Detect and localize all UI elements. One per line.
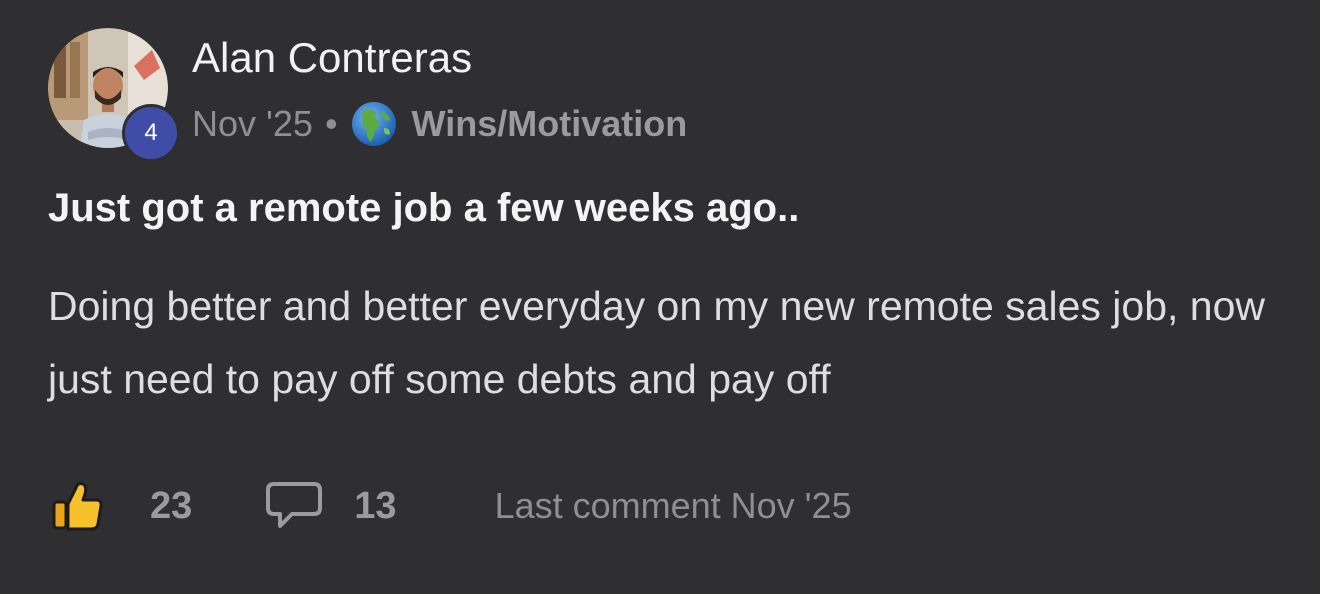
post-date: Nov '25 [192, 103, 313, 144]
speech-bubble-icon[interactable] [264, 478, 324, 534]
thumbs-up-icon[interactable] [48, 476, 108, 536]
last-comment-timestamp: Last comment Nov '25 [494, 485, 852, 526]
category-link[interactable]: Wins/Motivation [412, 103, 688, 145]
post-meta: Nov '25 • Wins/Motivation [192, 98, 687, 150]
comment-count: 13 [354, 484, 397, 527]
author-name[interactable]: Alan Contreras [192, 34, 472, 82]
like-button[interactable]: 23 [48, 476, 192, 536]
post-title[interactable]: Just got a remote job a few weeks ago.. [48, 186, 799, 231]
author-avatar-wrapper[interactable]: 4 [48, 28, 180, 162]
comment-button[interactable]: 13 [264, 478, 397, 534]
like-count: 23 [150, 484, 193, 527]
globe-icon [351, 102, 396, 146]
level-badge: 4 [122, 104, 180, 162]
meta-separator: • [324, 103, 338, 144]
post-actions: 23 13 Last comment Nov '25 [48, 474, 852, 538]
post-body[interactable]: Doing better and better everyday on my n… [48, 270, 1298, 416]
community-post: 4 Alan Contreras Nov '25 • Wins/Motivati… [0, 0, 1320, 594]
